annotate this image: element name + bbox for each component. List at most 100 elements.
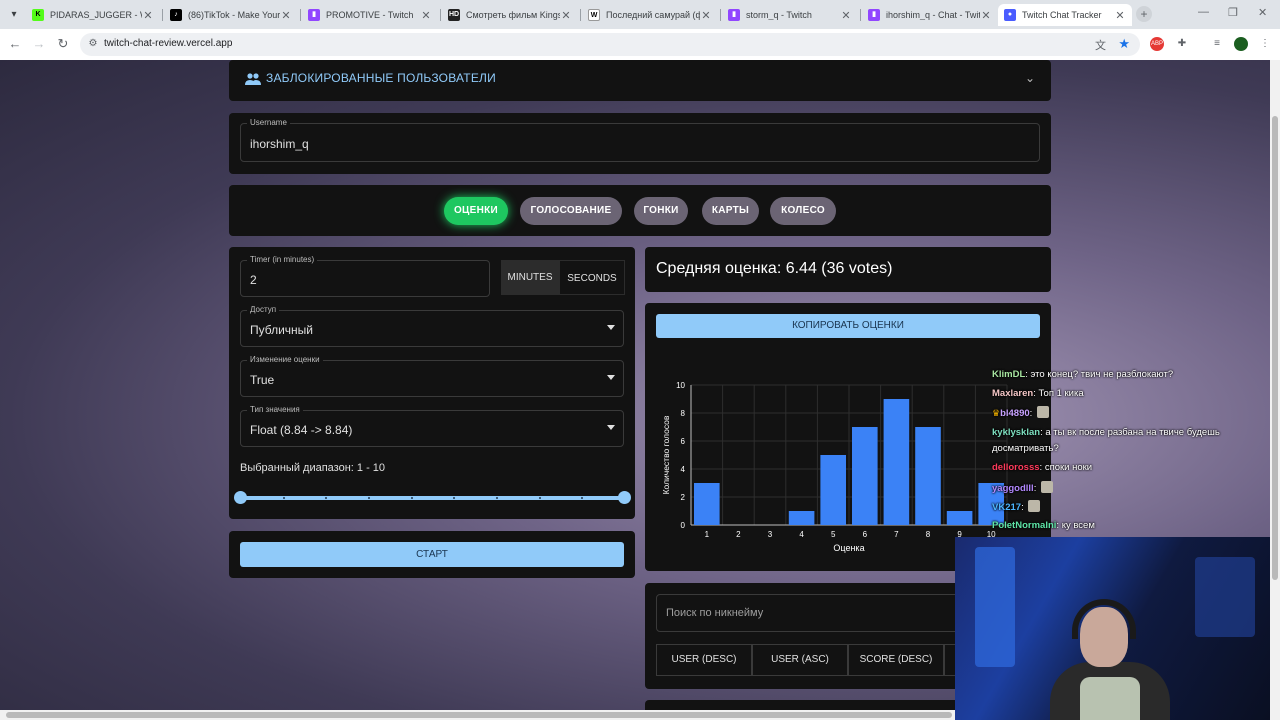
close-tab-icon[interactable]: ✕ bbox=[280, 9, 292, 22]
tab-separator bbox=[860, 9, 861, 21]
x-tick-label: 4 bbox=[799, 530, 804, 539]
tab-separator bbox=[162, 9, 163, 21]
chat-message: досматривать? bbox=[992, 443, 1059, 454]
chat-username: dellorosss bbox=[992, 462, 1040, 473]
bookmark-star-icon[interactable]: ★ bbox=[1118, 36, 1130, 52]
rating-change-value: True bbox=[250, 373, 275, 387]
mode-tab-cards[interactable]: КАРТЫ bbox=[702, 197, 759, 225]
sort-user-desc-button[interactable]: USER (DESC) bbox=[656, 644, 752, 676]
tiktok-icon: ♪ bbox=[170, 9, 182, 21]
scrollbar-thumb[interactable] bbox=[1272, 116, 1278, 580]
range-slider-track[interactable] bbox=[240, 496, 624, 500]
tab-title: storm_q - Twitch bbox=[746, 10, 812, 20]
timer-label: Timer (in minutes) bbox=[247, 255, 318, 265]
range-slider-max-thumb[interactable] bbox=[618, 491, 631, 504]
sort-score-desc-button[interactable]: SCORE (DESC) bbox=[848, 644, 944, 676]
close-tab-icon[interactable]: ✕ bbox=[1114, 9, 1126, 22]
tab-separator bbox=[720, 9, 721, 21]
url-text: twitch-chat-review.vercel.app bbox=[104, 38, 233, 49]
mode-tab-voting[interactable]: ГОЛОСОВАНИЕ bbox=[520, 197, 622, 225]
slider-tick bbox=[410, 497, 413, 499]
hd-icon: HD bbox=[448, 9, 460, 21]
histogram-bar bbox=[915, 427, 941, 525]
browser-tab-7[interactable]: ▮ ihorshim_q - Chat - Twitc ✕ bbox=[862, 4, 998, 26]
timer-field[interactable]: Timer (in minutes) 2 bbox=[240, 255, 490, 297]
slider-tick bbox=[581, 497, 584, 499]
browser-tab-5[interactable]: W Последний самурай (фи ✕ bbox=[582, 4, 718, 26]
slider-tick bbox=[453, 497, 456, 499]
adblock-icon[interactable]: ABP bbox=[1150, 37, 1164, 51]
mode-tab-wheel[interactable]: КОЛЕСО bbox=[770, 197, 836, 225]
y-tick-label: 4 bbox=[681, 465, 686, 474]
headset-icon bbox=[1072, 599, 1136, 639]
chat-message: yaggodlll: bbox=[992, 481, 1053, 494]
back-arrow-icon[interactable]: ← bbox=[7, 36, 23, 52]
tab-search-chevron-icon[interactable]: ▾ bbox=[6, 7, 22, 23]
mode-tab-races[interactable]: ГОНКИ bbox=[634, 197, 688, 225]
dropdown-arrow-icon bbox=[607, 325, 615, 330]
address-bar[interactable]: ⚙ twitch-chat-review.vercel.app 文 ★ bbox=[80, 33, 1140, 56]
close-tab-icon[interactable]: ✕ bbox=[700, 9, 712, 22]
value-type-select[interactable]: Тип значения Float (8.84 -> 8.84) bbox=[240, 405, 624, 447]
average-rating-title: Средняя оценка: 6.44 (36 votes) bbox=[656, 260, 893, 277]
average-panel: Средняя оценка: 6.44 (36 votes) bbox=[645, 247, 1051, 292]
reading-list-icon[interactable]: ≡ bbox=[1210, 37, 1224, 51]
scrollbar-thumb[interactable] bbox=[6, 712, 952, 718]
close-tab-icon[interactable]: ✕ bbox=[980, 9, 992, 22]
tab-separator bbox=[580, 9, 581, 21]
chat-text: это конец? твич не разблокают? bbox=[1030, 369, 1174, 380]
close-tab-icon[interactable]: ✕ bbox=[420, 9, 432, 22]
accordion-title: ЗАБЛОКИРОВАННЫЕ ПОЛЬЗОВАТЕЛИ bbox=[266, 71, 496, 85]
chevron-down-icon[interactable]: ⌄ bbox=[1025, 71, 1035, 85]
histogram-bar bbox=[694, 483, 720, 525]
menu-kebab-icon[interactable]: ⋮ bbox=[1258, 37, 1272, 51]
browser-tab-4[interactable]: HD Смотреть фильм Kingsm ✕ bbox=[442, 4, 578, 26]
minimize-icon[interactable]: — bbox=[1198, 6, 1209, 18]
browser-tab-1[interactable]: K PIDARAS_JUGGER - Watc ✕ bbox=[26, 4, 160, 26]
y-tick-label: 10 bbox=[676, 381, 685, 390]
blocked-users-accordion[interactable]: ЗАБЛОКИРОВАННЫЕ ПОЛЬЗОВАТЕЛИ ⌄ bbox=[229, 60, 1051, 101]
seconds-toggle[interactable]: SECONDS bbox=[559, 260, 625, 295]
range-slider-min-thumb[interactable] bbox=[234, 491, 247, 504]
kick-icon: K bbox=[32, 9, 44, 21]
new-tab-plus-icon[interactable]: + bbox=[1136, 6, 1152, 22]
chat-text: а ты вк после разбана на твиче будешь bbox=[1045, 427, 1220, 438]
access-select[interactable]: Доступ Публичный bbox=[240, 305, 624, 347]
profile-avatar-icon[interactable] bbox=[1234, 37, 1248, 51]
x-tick-label: 6 bbox=[863, 530, 868, 539]
slider-tick bbox=[538, 497, 541, 499]
copy-ratings-button[interactable]: КОПИРОВАТЬ ОЦЕНКИ bbox=[656, 314, 1040, 338]
close-tab-icon[interactable]: ✕ bbox=[840, 9, 852, 22]
histogram-bar bbox=[788, 511, 815, 525]
maximize-icon[interactable]: ❐ bbox=[1228, 6, 1238, 19]
tab-title: Последний самурай (фи bbox=[606, 10, 700, 20]
tab-title: Twitch Chat Tracker bbox=[1022, 10, 1102, 20]
y-tick-label: 2 bbox=[681, 493, 686, 502]
site-settings-icon[interactable]: ⚙ bbox=[87, 38, 99, 50]
extensions-puzzle-icon[interactable]: ✚ bbox=[1175, 37, 1189, 51]
search-placeholder: Поиск по никнейму bbox=[666, 607, 764, 619]
forward-arrow-icon[interactable]: → bbox=[31, 36, 47, 52]
browser-tab-6[interactable]: ▮ storm_q - Twitch ✕ bbox=[722, 4, 858, 26]
browser-tab-active[interactable]: ● Twitch Chat Tracker ✕ bbox=[998, 4, 1132, 26]
close-tab-icon[interactable]: ✕ bbox=[142, 9, 154, 22]
access-label: Доступ bbox=[247, 305, 280, 315]
browser-tab-2[interactable]: ♪ (86)TikTok - Make Your Da ✕ bbox=[164, 4, 298, 26]
x-tick-label: 8 bbox=[926, 530, 931, 539]
start-button[interactable]: СТАРТ bbox=[240, 542, 624, 567]
dropdown-arrow-icon bbox=[607, 425, 615, 430]
close-window-icon[interactable]: ✕ bbox=[1258, 6, 1267, 19]
minutes-toggle[interactable]: MINUTES bbox=[501, 260, 559, 295]
mode-tab-ratings[interactable]: ОЦЕНКИ bbox=[444, 197, 508, 225]
webcam-overlay bbox=[955, 537, 1270, 720]
rating-change-select[interactable]: Изменение оценки True bbox=[240, 355, 624, 397]
histogram-bar bbox=[852, 427, 878, 525]
reload-icon[interactable]: ↻ bbox=[55, 36, 71, 52]
browser-tab-3[interactable]: ▮ PROMOTIVE - Twitch ✕ bbox=[302, 4, 438, 26]
chat-username: kyklysklan bbox=[992, 427, 1041, 438]
close-tab-icon[interactable]: ✕ bbox=[560, 9, 572, 22]
translate-icon[interactable]: 文 bbox=[1095, 37, 1106, 53]
username-field[interactable]: Username ihorshim_q bbox=[240, 118, 1040, 162]
sort-user-asc-button[interactable]: USER (ASC) bbox=[752, 644, 848, 676]
vertical-scrollbar[interactable] bbox=[1270, 60, 1280, 710]
